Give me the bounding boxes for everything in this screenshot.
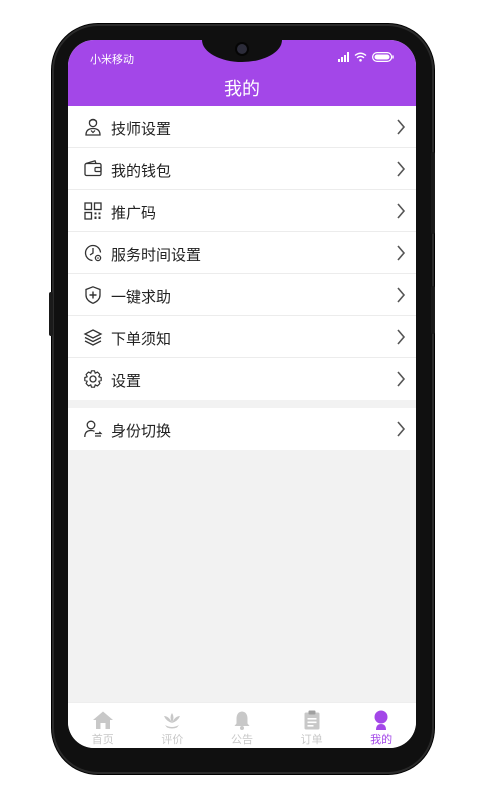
menu-item-label: 一键求助 xyxy=(111,288,172,306)
layers-icon xyxy=(83,329,103,346)
chevron-right-icon xyxy=(397,161,406,177)
menu-item-technician-settings[interactable]: 技师设置 xyxy=(68,106,416,148)
tab-label: 订单 xyxy=(300,733,323,746)
menu-item-wallet[interactable]: 我的钱包 xyxy=(68,148,416,190)
battery-icon xyxy=(372,52,394,62)
menu-item-label: 下单须知 xyxy=(111,330,172,348)
volume-button xyxy=(49,292,53,336)
tab-orders[interactable]: 订单 xyxy=(277,703,347,748)
shield-plus-icon xyxy=(85,286,101,305)
menu-item-label: 推广码 xyxy=(111,204,157,222)
chevron-right-icon xyxy=(397,119,406,135)
qr-code-icon xyxy=(84,202,102,220)
tab-label: 评价 xyxy=(161,733,184,746)
menu-item-label: 设置 xyxy=(111,372,142,390)
bell-icon xyxy=(234,711,250,730)
side-button xyxy=(431,286,435,334)
chevron-right-icon xyxy=(397,371,406,387)
menu-item-settings[interactable]: 设置 xyxy=(68,358,416,400)
menu-item-label: 身份切换 xyxy=(111,422,172,440)
tab-reviews[interactable]: 评价 xyxy=(138,703,208,748)
wallet-icon xyxy=(84,160,102,177)
menu-item-label: 我的钱包 xyxy=(111,162,172,180)
menu-item-order-notice[interactable]: 下单须知 xyxy=(68,316,416,358)
technician-icon xyxy=(85,118,101,136)
signal-icon xyxy=(338,52,349,62)
tab-home[interactable]: 首页 xyxy=(68,703,138,748)
tab-label: 公告 xyxy=(230,733,253,746)
chevron-right-icon xyxy=(397,329,406,345)
clipboard-icon xyxy=(304,710,320,730)
chevron-right-icon xyxy=(397,287,406,303)
clock-settings-icon xyxy=(84,244,102,262)
screen: 小米移动 我的 技师设置 我的钱包 推广码 服务时间设置 一键求助 下单须知 设… xyxy=(68,40,416,748)
front-camera xyxy=(237,44,247,54)
user-icon xyxy=(374,710,388,730)
menu-item-label: 服务时间设置 xyxy=(111,246,202,264)
menu-item-promo-code[interactable]: 推广码 xyxy=(68,190,416,232)
power-button xyxy=(431,152,435,234)
tab-mine[interactable]: 我的 xyxy=(346,703,416,748)
section-divider xyxy=(68,400,416,408)
status-icons xyxy=(338,52,394,62)
gear-icon xyxy=(84,370,102,388)
menu-item-switch-identity[interactable]: 身份切换 xyxy=(68,408,416,450)
user-switch-icon xyxy=(84,420,103,438)
bottom-tab-bar: 首页 评价 公告 订单 我的 xyxy=(68,702,416,748)
lotus-icon xyxy=(164,713,181,729)
menu-list: 技师设置 我的钱包 推广码 服务时间设置 一键求助 下单须知 设置 身份切换 xyxy=(68,106,416,450)
chevron-right-icon xyxy=(397,421,406,437)
tab-label: 首页 xyxy=(91,733,114,746)
wifi-icon xyxy=(354,52,367,62)
tab-announcements[interactable]: 公告 xyxy=(207,703,277,748)
page-title: 我的 xyxy=(224,79,260,100)
tab-label: 我的 xyxy=(370,733,393,746)
home-icon xyxy=(92,711,113,729)
menu-item-label: 技师设置 xyxy=(111,120,172,138)
carrier-label: 小米移动 xyxy=(90,53,134,66)
menu-item-service-time-settings[interactable]: 服务时间设置 xyxy=(68,232,416,274)
chevron-right-icon xyxy=(397,245,406,261)
chevron-right-icon xyxy=(397,203,406,219)
menu-item-one-click-help[interactable]: 一键求助 xyxy=(68,274,416,316)
